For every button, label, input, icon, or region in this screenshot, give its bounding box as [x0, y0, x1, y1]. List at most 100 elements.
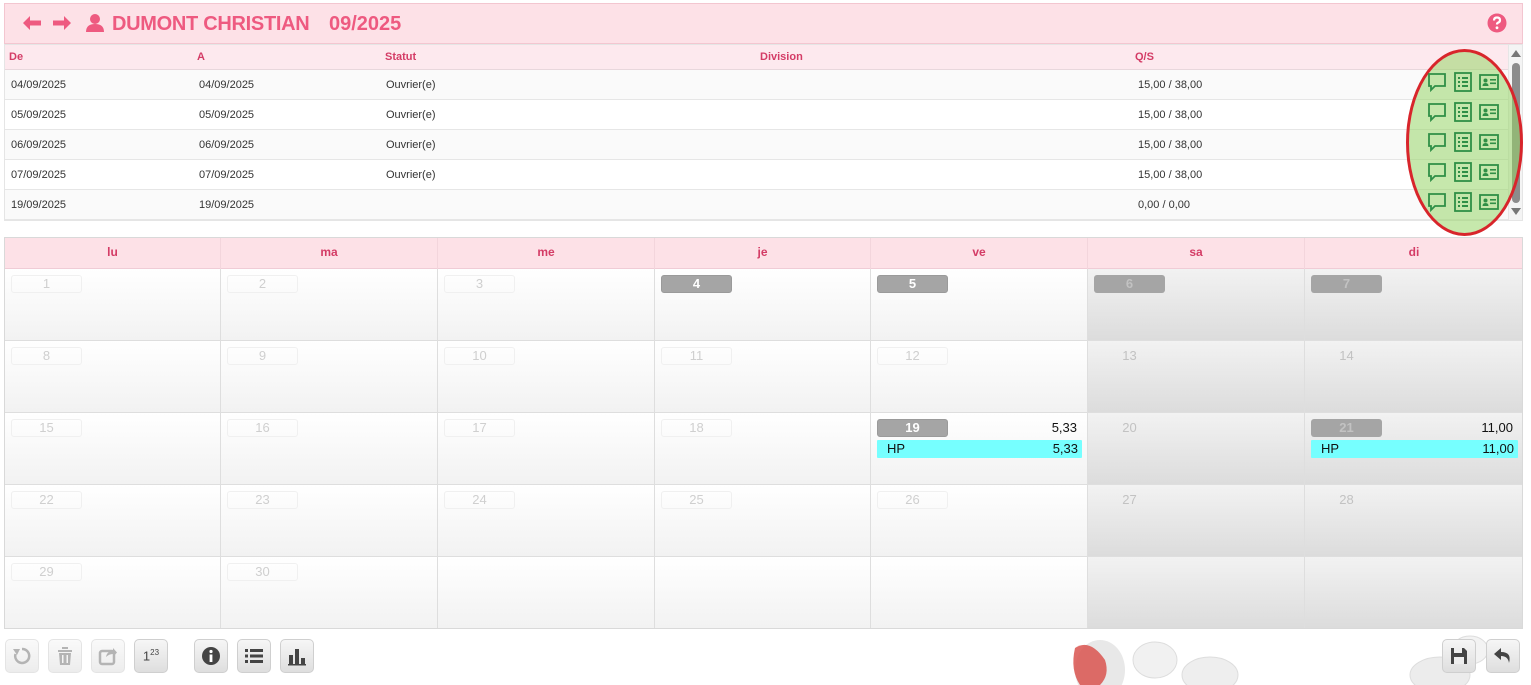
- calendar-day-cell[interactable]: 27: [1088, 485, 1305, 557]
- arrow-right-icon[interactable]: [51, 12, 73, 34]
- day-number[interactable]: 27: [1094, 491, 1165, 509]
- calendar-day-cell[interactable]: [871, 557, 1088, 628]
- list-icon[interactable]: [1452, 71, 1474, 93]
- table-row[interactable]: 05/09/2025 05/09/2025 Ouvrier(e) 15,00 / 38…: [5, 100, 1508, 130]
- day-number[interactable]: 5: [877, 275, 948, 293]
- calendar-event[interactable]: HP 5,33: [877, 440, 1082, 458]
- day-number[interactable]: 1: [11, 275, 82, 293]
- day-number[interactable]: 19: [877, 419, 948, 437]
- day-number[interactable]: 10: [444, 347, 515, 365]
- delete-button[interactable]: [48, 639, 82, 673]
- day-number[interactable]: 2: [227, 275, 298, 293]
- calendar-day-cell[interactable]: 7: [1305, 269, 1522, 341]
- col-division[interactable]: Division: [760, 51, 803, 63]
- table-row[interactable]: 04/09/2025 04/09/2025 Ouvrier(e) 15,00 / 38…: [5, 70, 1508, 100]
- list-icon[interactable]: [1452, 191, 1474, 213]
- id-card-icon[interactable]: [1478, 161, 1500, 183]
- arrow-left-icon[interactable]: [21, 12, 43, 34]
- calendar-day-cell[interactable]: 19 5,33 HP 5,33: [871, 413, 1088, 485]
- day-number[interactable]: 20: [1094, 419, 1165, 437]
- day-number[interactable]: 23: [227, 491, 298, 509]
- table-row[interactable]: 06/09/2025 06/09/2025 Ouvrier(e) 15,00 / 38…: [5, 130, 1508, 160]
- calendar-day-cell[interactable]: 16: [221, 413, 438, 485]
- calendar-day-cell[interactable]: [1305, 557, 1522, 628]
- table-row[interactable]: 07/09/2025 07/09/2025 Ouvrier(e) 15,00 / 38…: [5, 160, 1508, 190]
- calendar-day-cell[interactable]: 20: [1088, 413, 1305, 485]
- table-row[interactable]: 19/09/2025 19/09/2025 0,00 / 0,00: [5, 190, 1508, 220]
- day-number[interactable]: 24: [444, 491, 515, 509]
- col-a[interactable]: A: [197, 51, 205, 63]
- calendar-day-cell[interactable]: 13: [1088, 341, 1305, 413]
- calendar-day-cell[interactable]: 24: [438, 485, 655, 557]
- list-icon[interactable]: [1452, 101, 1474, 123]
- calendar-day-cell[interactable]: [1088, 557, 1305, 628]
- day-number[interactable]: 7: [1311, 275, 1382, 293]
- col-qs[interactable]: Q/S: [1135, 51, 1154, 63]
- day-number[interactable]: 9: [227, 347, 298, 365]
- day-number[interactable]: 3: [444, 275, 515, 293]
- comment-icon[interactable]: [1426, 71, 1448, 93]
- day-number[interactable]: 11: [661, 347, 732, 365]
- col-statut[interactable]: Statut: [385, 51, 416, 63]
- day-number[interactable]: 29: [11, 563, 82, 581]
- calendar-day-cell[interactable]: 23: [221, 485, 438, 557]
- day-number[interactable]: 18: [661, 419, 732, 437]
- day-number[interactable]: 30: [227, 563, 298, 581]
- help-icon[interactable]: [1487, 13, 1507, 33]
- day-number[interactable]: 13: [1094, 347, 1165, 365]
- calendar-day-cell[interactable]: [438, 557, 655, 628]
- calendar-day-cell[interactable]: 4: [655, 269, 871, 341]
- calendar-day-cell[interactable]: 14: [1305, 341, 1522, 413]
- comment-icon[interactable]: [1426, 191, 1448, 213]
- calendar-day-cell[interactable]: 6: [1088, 269, 1305, 341]
- list-button[interactable]: [237, 639, 271, 673]
- calendar-day-cell[interactable]: 8: [5, 341, 221, 413]
- day-number[interactable]: 15: [11, 419, 82, 437]
- export-button[interactable]: [91, 639, 125, 673]
- numbering-button[interactable]: 123: [134, 639, 168, 673]
- scroll-up-icon[interactable]: [1511, 50, 1521, 57]
- calendar-day-cell[interactable]: 5: [871, 269, 1088, 341]
- day-number[interactable]: 22: [11, 491, 82, 509]
- comment-icon[interactable]: [1426, 161, 1448, 183]
- list-icon[interactable]: [1452, 131, 1474, 153]
- day-number[interactable]: 26: [877, 491, 948, 509]
- col-de[interactable]: De: [9, 51, 23, 63]
- calendar-day-cell[interactable]: 17: [438, 413, 655, 485]
- calendar-day-cell[interactable]: 21 11,00 HP 11,00: [1305, 413, 1522, 485]
- calendar-day-cell[interactable]: 18: [655, 413, 871, 485]
- id-card-icon[interactable]: [1478, 191, 1500, 213]
- undo-button[interactable]: [5, 639, 39, 673]
- id-card-icon[interactable]: [1478, 131, 1500, 153]
- calendar-day-cell[interactable]: 9: [221, 341, 438, 413]
- calendar-day-cell[interactable]: 26: [871, 485, 1088, 557]
- id-card-icon[interactable]: [1478, 101, 1500, 123]
- day-number[interactable]: 8: [11, 347, 82, 365]
- list-icon[interactable]: [1452, 161, 1474, 183]
- save-button[interactable]: [1442, 639, 1476, 673]
- calendar-day-cell[interactable]: 1: [5, 269, 221, 341]
- day-number[interactable]: 17: [444, 419, 515, 437]
- day-number[interactable]: 16: [227, 419, 298, 437]
- comment-icon[interactable]: [1426, 101, 1448, 123]
- calendar-day-cell[interactable]: 12: [871, 341, 1088, 413]
- calendar-day-cell[interactable]: 3: [438, 269, 655, 341]
- id-card-icon[interactable]: [1478, 71, 1500, 93]
- day-number[interactable]: 6: [1094, 275, 1165, 293]
- calendar-day-cell[interactable]: 2: [221, 269, 438, 341]
- calendar-day-cell[interactable]: 30: [221, 557, 438, 628]
- calendar-day-cell[interactable]: 11: [655, 341, 871, 413]
- calendar-event[interactable]: HP 11,00: [1311, 440, 1518, 458]
- back-button[interactable]: [1486, 639, 1520, 673]
- calendar-day-cell[interactable]: 25: [655, 485, 871, 557]
- day-number[interactable]: 28: [1311, 491, 1382, 509]
- day-number[interactable]: 21: [1311, 419, 1382, 437]
- day-number[interactable]: 25: [661, 491, 732, 509]
- day-number[interactable]: 4: [661, 275, 732, 293]
- calendar-day-cell[interactable]: [655, 557, 871, 628]
- chart-button[interactable]: [280, 639, 314, 673]
- comment-icon[interactable]: [1426, 131, 1448, 153]
- calendar-day-cell[interactable]: 22: [5, 485, 221, 557]
- scroll-down-icon[interactable]: [1511, 208, 1521, 215]
- day-number[interactable]: 14: [1311, 347, 1382, 365]
